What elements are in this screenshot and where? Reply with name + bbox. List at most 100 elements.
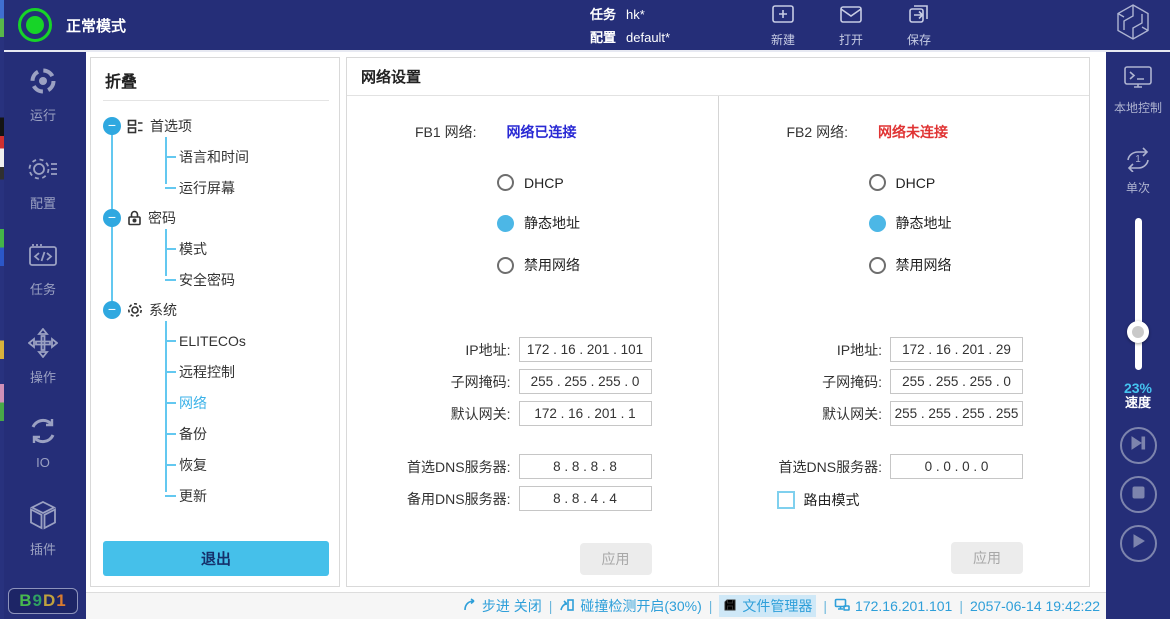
brand-logo-icon — [1110, 0, 1156, 51]
floppy-icon — [723, 598, 737, 615]
svg-text:1: 1 — [1135, 154, 1141, 165]
tree-item-remote-control[interactable]: 远程控制 — [165, 356, 329, 387]
tree-item-elitecos[interactable]: ELITECOs — [165, 325, 329, 356]
fb2-radio-static[interactable]: 静态地址 — [869, 213, 1090, 233]
radio-icon — [497, 257, 514, 274]
mode-status: 正常模式 — [0, 8, 300, 42]
fb1-apply-button[interactable]: 应用 — [580, 543, 652, 575]
fb1-radio-static[interactable]: 静态地址 — [497, 213, 718, 233]
sidebar-item-task[interactable]: 任务 — [27, 242, 59, 298]
fb2-radio-dhcp[interactable]: DHCP — [869, 174, 1090, 191]
step-status-label: 步进 关闭 — [482, 596, 542, 616]
fb1-dns2-label: 备用DNS服务器: — [407, 489, 510, 509]
speed-readout: 23% 速度 — [1124, 380, 1152, 411]
fb2-gateway-input[interactable] — [890, 401, 1023, 426]
fb1-radio-dhcp[interactable]: DHCP — [497, 174, 718, 191]
fb1-gateway-input[interactable] — [519, 401, 652, 426]
fb2-mask-input[interactable] — [890, 369, 1023, 394]
radio-icon — [497, 215, 514, 232]
fb2-apply-button[interactable]: 应用 — [951, 542, 1023, 574]
step-next-button[interactable] — [1120, 427, 1157, 464]
sidebar-item-run[interactable]: 运行 — [28, 66, 58, 124]
new-button[interactable]: 新建 — [770, 2, 796, 48]
save-button-label: 保存 — [907, 31, 931, 48]
fb2-ip-input[interactable] — [890, 337, 1023, 362]
tree-node-label: 首选项 — [150, 116, 192, 136]
fb1-mask-input[interactable] — [519, 369, 652, 394]
fb1-radio-disable[interactable]: 禁用网络 — [497, 255, 718, 275]
fb2-radio-disable[interactable]: 禁用网络 — [869, 255, 1090, 275]
save-export-icon — [906, 2, 932, 29]
settings-tree-panel: 折叠 − 首选项 语言和时间 — [90, 57, 340, 587]
sidebar-item-config[interactable]: 配置 — [27, 154, 59, 212]
gear-list-icon — [27, 154, 59, 187]
tree-item-run-screen[interactable]: 运行屏幕 — [165, 172, 329, 203]
new-button-label: 新建 — [771, 31, 795, 48]
fb1-network-label: FB1 网络: — [415, 122, 476, 142]
tree-group-preferences: − 首选项 语言和时间 运行屏幕 — [103, 111, 329, 203]
top-bar: 正常模式 任务 hk* 配置 default* 新建 打开 — [0, 0, 1170, 52]
tree-item-label: 模式 — [179, 239, 207, 259]
collapse-minus-icon[interactable]: − — [103, 301, 121, 319]
task-value: hk* — [626, 7, 645, 22]
network-settings-panel: 网络设置 FB1 网络: 网络已连接 DHCP — [346, 57, 1090, 587]
page-title: 网络设置 — [347, 58, 1089, 96]
tree-node-system[interactable]: − 系统 — [103, 295, 329, 325]
open-button[interactable]: 打开 — [838, 2, 864, 48]
tree-group-password: − 密码 模式 安全密码 — [103, 203, 329, 295]
tree-item-restore[interactable]: 恢复 — [165, 449, 329, 480]
sidebar-item-label: 任务 — [30, 279, 56, 298]
sidebar-item-label: 运行 — [30, 105, 56, 124]
fb1-dns1-input[interactable] — [519, 454, 652, 479]
exit-button[interactable]: 退出 — [103, 541, 329, 576]
collision-status-label: 碰撞检测开启(30%) — [580, 596, 701, 616]
file-manager-button[interactable]: 文件管理器 — [719, 595, 816, 617]
sidebar-item-operate[interactable]: 操作 — [28, 328, 58, 386]
slider-thumb[interactable] — [1127, 321, 1149, 343]
play-button[interactable] — [1120, 525, 1157, 562]
stop-button[interactable] — [1120, 476, 1157, 513]
tree-item-language-time[interactable]: 语言和时间 — [165, 141, 329, 172]
speed-label: 速度 — [1124, 396, 1152, 411]
step-status[interactable]: 步进 关闭 — [463, 596, 542, 616]
sidebar-item-io[interactable]: IO — [28, 416, 58, 470]
single-cycle-button[interactable]: 1 单次 — [1123, 144, 1153, 196]
tree-item-backup[interactable]: 备份 — [165, 418, 329, 449]
fb2-radio-group: DHCP 静态地址 禁用网络 — [869, 174, 1090, 275]
tree-item-update[interactable]: 更新 — [165, 480, 329, 511]
collapse-minus-icon[interactable]: − — [103, 117, 121, 135]
fb1-dns2-input[interactable] — [519, 486, 652, 511]
preferences-icon — [127, 119, 144, 134]
checkbox-icon — [777, 491, 795, 509]
left-sidebar: 运行 配置 任务 操作 — [0, 52, 86, 619]
robot-status-icon[interactable] — [18, 8, 52, 42]
local-control-label: 本地控制 — [1114, 99, 1162, 116]
tree-item-network[interactable]: 网络 — [165, 387, 329, 418]
tree-node-preferences[interactable]: − 首选项 — [103, 111, 329, 141]
tree-node-password[interactable]: − 密码 — [103, 203, 329, 233]
collapse-minus-icon[interactable]: − — [103, 209, 121, 227]
collision-status[interactable]: 碰撞检测开启(30%) — [559, 596, 701, 616]
slider-track[interactable] — [1135, 218, 1142, 370]
fb2-dns1-input[interactable] — [890, 454, 1023, 479]
save-button[interactable]: 保存 — [906, 2, 932, 48]
badge-char: 9 — [33, 591, 43, 610]
tree-title[interactable]: 折叠 — [103, 66, 329, 101]
tree-item-safety-password[interactable]: 安全密码 — [165, 264, 329, 295]
sidebar-item-plugin[interactable]: 插件 — [28, 500, 58, 558]
open-button-label: 打开 — [839, 31, 863, 48]
fb1-ip-input[interactable] — [519, 337, 652, 362]
speed-slider[interactable] — [1128, 218, 1148, 370]
fb1-radio-group: DHCP 静态地址 禁用网络 — [497, 174, 718, 275]
tree-item-label: 安全密码 — [179, 270, 235, 290]
task-config-info: 任务 hk* 配置 default* — [590, 4, 760, 46]
ip-status[interactable]: 172.16.201.101 — [834, 598, 952, 615]
system-gear-icon — [127, 302, 143, 318]
new-file-icon — [770, 2, 796, 29]
transport-controls — [1120, 427, 1157, 562]
tree-item-label: 运行屏幕 — [179, 178, 235, 198]
fb2-route-mode-checkbox[interactable]: 路由模式 — [719, 490, 1090, 510]
tree-item-mode[interactable]: 模式 — [165, 233, 329, 264]
fb1-column: FB1 网络: 网络已连接 DHCP 静态地址 — [347, 96, 719, 586]
local-control-button[interactable]: 本地控制 — [1114, 64, 1162, 116]
